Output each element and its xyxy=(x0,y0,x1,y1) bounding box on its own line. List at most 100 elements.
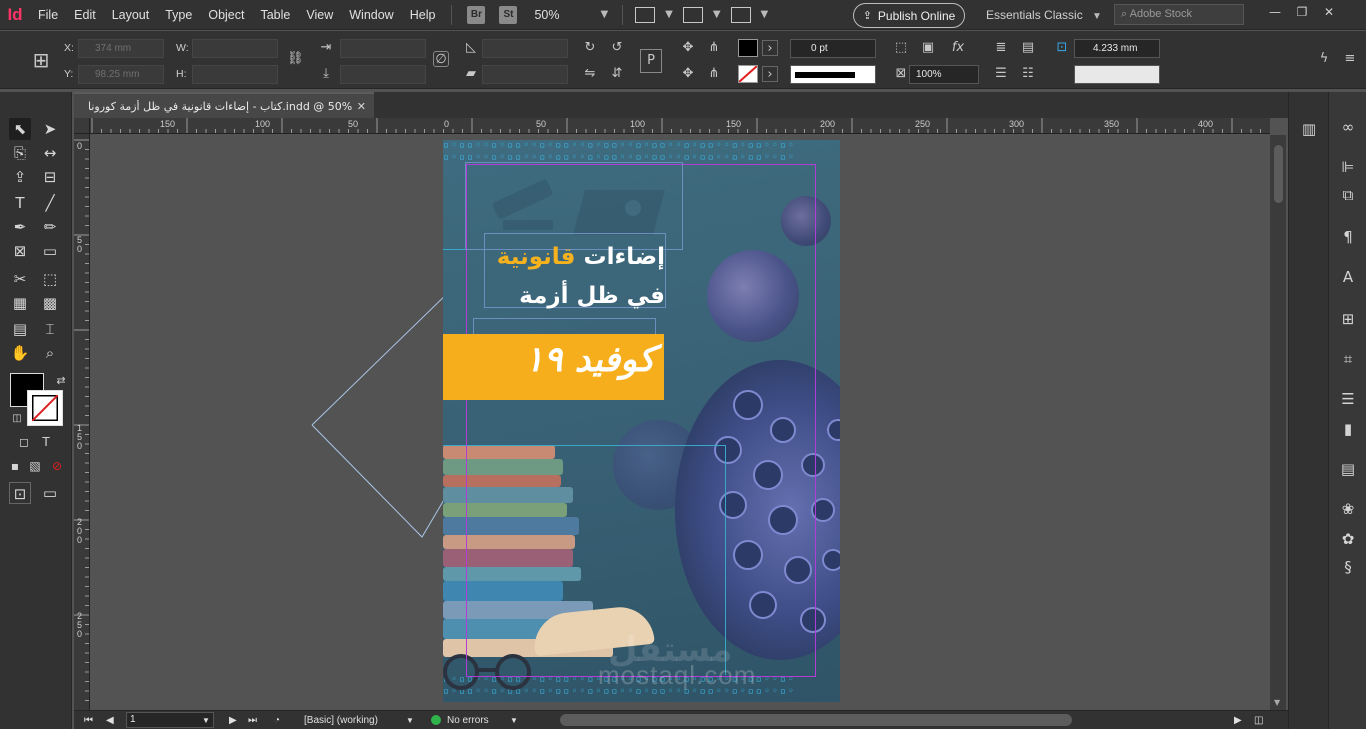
menu-help[interactable]: Help xyxy=(402,0,444,30)
libraries-icon[interactable]: ▥ xyxy=(1297,118,1321,140)
menu-object[interactable]: Object xyxy=(200,0,252,30)
zoom-chevron-down-icon[interactable]: ▼ xyxy=(600,9,608,20)
formatting-text-icon[interactable]: T xyxy=(35,431,57,453)
rectangle-tool-icon[interactable]: ▭ xyxy=(39,240,61,262)
screen-mode-chevron-icon[interactable]: ▼ xyxy=(713,9,721,20)
publish-online-button[interactable]: ⇪ Publish Online xyxy=(853,3,965,28)
opacity-field[interactable]: 100% xyxy=(909,65,979,84)
text-wrap-none-icon[interactable]: ≣ xyxy=(993,40,1009,56)
pasteboard[interactable]: ▫◦▫▫◦◦▫◦▫▫◦◦▫◦▫▫◦◦▫◦▫▫◦◦▫◦▫▫◦◦▫◦▫▫◦◦▫◦▫▫… xyxy=(90,135,1270,710)
menu-view[interactable]: View xyxy=(298,0,341,30)
vertical-scrollbar[interactable]: ▼ xyxy=(1270,135,1286,710)
pages-icon[interactable]: ▤ xyxy=(1336,458,1360,480)
constrain-scale-icon[interactable]: ∅ xyxy=(433,51,449,67)
rectangle-frame-tool-icon[interactable]: ⊠ xyxy=(9,240,31,262)
apply-none-icon[interactable]: ⊘ xyxy=(46,455,68,477)
close-window-icon[interactable]: ✕ xyxy=(1318,2,1340,22)
gutter-field[interactable]: 4.233 mm xyxy=(1074,39,1160,58)
width-field[interactable] xyxy=(192,39,278,58)
apply-gradient-icon[interactable]: ▧ xyxy=(24,455,46,477)
swap-colors-icon[interactable]: ⇄ xyxy=(50,370,72,392)
menu-table[interactable]: Table xyxy=(252,0,298,30)
workspace-switcher[interactable]: Essentials Classic ▼ xyxy=(986,0,1108,30)
document-tab[interactable]: كتاب - إضاءات قانونية في ظل أزمة كورونا.… xyxy=(74,92,374,118)
align-icon[interactable]: ⊫ xyxy=(1336,156,1360,178)
normal-view-icon[interactable]: ⊡ xyxy=(9,482,31,504)
rotate-cw-icon[interactable]: ↻ xyxy=(582,40,598,56)
stroke-swatch[interactable] xyxy=(738,65,758,83)
fill-menu-icon[interactable]: › xyxy=(762,40,778,56)
text-wrap-icon[interactable]: ⊞ xyxy=(1336,308,1360,330)
error-status[interactable]: No errors xyxy=(447,713,489,728)
hand-tool-icon[interactable]: ✋ xyxy=(9,342,31,364)
content-placer-icon[interactable]: ⊟ xyxy=(39,166,61,188)
horizontal-ruler[interactable]: 150 100 50 0 50 100 150 200 250 300 350 … xyxy=(90,118,1270,134)
menu-layout[interactable]: Layout xyxy=(104,0,158,30)
character-icon[interactable]: A xyxy=(1336,266,1360,288)
horizontal-scroll-thumb[interactable] xyxy=(560,714,1072,726)
menu-type[interactable]: Type xyxy=(157,0,200,30)
ruler-origin[interactable] xyxy=(74,118,90,134)
content-collector-icon[interactable]: ⇪ xyxy=(9,166,31,188)
scroll-right-icon[interactable]: ▶ xyxy=(1234,713,1242,728)
text-wrap-jump-icon[interactable]: ☷ xyxy=(1020,66,1036,82)
stock-search-input[interactable]: ⌕ Adobe Stock xyxy=(1114,4,1244,25)
text-wrap-shape-icon[interactable]: ☰ xyxy=(993,66,1009,82)
preview-mode-icon[interactable]: ▭ xyxy=(39,482,61,504)
view-options-chevron-icon[interactable]: ▼ xyxy=(665,9,673,20)
object-style-select[interactable] xyxy=(1074,65,1160,84)
page-tool-icon[interactable]: ⎘ xyxy=(9,142,31,164)
flip-horizontal-icon[interactable]: ⇋ xyxy=(582,66,598,82)
select-content-icon[interactable]: ✥ xyxy=(680,66,696,82)
fill-swatch[interactable] xyxy=(738,39,758,57)
transform-icon[interactable]: ⌗ xyxy=(1336,348,1360,370)
preflight-icon[interactable]: ◔ xyxy=(274,713,280,728)
effects-fx-icon[interactable]: fx xyxy=(950,40,966,56)
x-field[interactable]: 374 mm xyxy=(78,39,164,58)
bookmarks-icon[interactable]: ▮ xyxy=(1336,418,1360,440)
scissors-tool-icon[interactable]: ✂ xyxy=(9,268,31,290)
page-number-input[interactable]: 1 xyxy=(126,712,214,728)
close-tab-icon[interactable]: ✕ xyxy=(357,100,366,113)
constrain-proportions-icon[interactable]: ⛓ xyxy=(287,51,304,67)
height-field[interactable] xyxy=(192,65,278,84)
gradient-swatch-tool-icon[interactable]: ▦ xyxy=(9,292,31,314)
menu-edit[interactable]: Edit xyxy=(66,0,104,30)
scale-y-field[interactable] xyxy=(340,65,426,84)
shadow-toggle-icon[interactable]: ▣ xyxy=(920,40,936,56)
next-page-icon[interactable]: ▶ xyxy=(229,713,237,728)
stroke-icon[interactable]: § xyxy=(1336,556,1360,578)
flip-vertical-icon[interactable]: ⇵ xyxy=(609,66,625,82)
paragraph-icon[interactable]: ¶ xyxy=(1336,226,1360,248)
preflight-profile[interactable]: [Basic] (working) xyxy=(304,713,378,728)
layers-icon[interactable]: ☰ xyxy=(1336,388,1360,410)
select-next-icon[interactable]: ⋔ xyxy=(706,66,722,82)
menu-file[interactable]: File xyxy=(30,0,66,30)
pencil-tool-icon[interactable]: ✏ xyxy=(39,216,61,238)
links-icon[interactable]: ∞ xyxy=(1336,116,1360,138)
swatches-icon[interactable]: ❀ xyxy=(1336,498,1360,520)
stroke-menu-icon[interactable]: › xyxy=(762,66,778,82)
shear-field[interactable] xyxy=(482,65,568,84)
rotate-ccw-icon[interactable]: ↺ xyxy=(609,40,625,56)
y-field[interactable]: 98.25 mm xyxy=(78,65,164,84)
vertical-scroll-thumb[interactable] xyxy=(1274,145,1283,203)
scale-x-field[interactable] xyxy=(340,39,426,58)
minimize-icon[interactable]: — xyxy=(1264,2,1286,22)
direct-selection-tool-icon[interactable]: ➤ xyxy=(39,118,61,140)
default-colors-icon[interactable]: ◫ xyxy=(6,408,28,430)
stock-button[interactable]: St xyxy=(499,5,518,24)
pen-tool-icon[interactable]: ✒ xyxy=(9,216,31,238)
restore-icon[interactable]: ❐ xyxy=(1291,2,1313,22)
title-line-1[interactable]: إضاءات قانونية xyxy=(485,244,665,270)
quick-apply-icon[interactable]: ϟ xyxy=(1316,51,1332,67)
split-window-icon[interactable]: ◫ xyxy=(1254,713,1263,728)
gradient-feather-tool-icon[interactable]: ▩ xyxy=(39,292,61,314)
stroke-color-swatch[interactable] xyxy=(27,390,63,426)
arrange-chevron-icon[interactable]: ▼ xyxy=(761,9,769,20)
profile-chevron-icon[interactable]: ▼ xyxy=(406,713,414,728)
note-tool-icon[interactable]: ▤ xyxy=(9,318,31,340)
selection-tool-icon[interactable]: ⬉ xyxy=(9,118,31,140)
pathfinder-icon[interactable]: ⧉ xyxy=(1336,184,1360,206)
drop-shadow-icon[interactable]: ⬚ xyxy=(893,40,909,56)
